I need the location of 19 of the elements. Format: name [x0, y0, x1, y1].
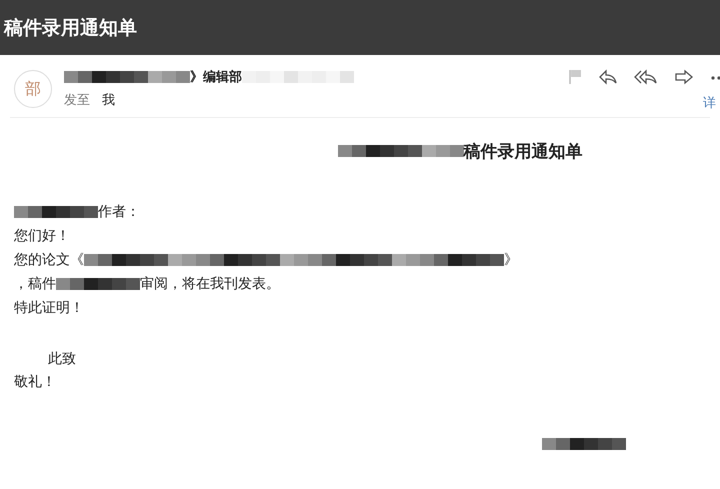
recipient: 我 [102, 92, 115, 109]
text: 此致 [48, 350, 76, 368]
window-title: 稿件录用通知单 [4, 16, 137, 40]
reply-icon[interactable] [598, 69, 618, 85]
details-link[interactable]: 详 [703, 94, 716, 112]
text: 您们好！ [14, 227, 70, 245]
text: 作者： [98, 203, 140, 221]
reply-all-icon[interactable] [634, 69, 658, 85]
text: 敬礼！ [14, 373, 56, 391]
avatar: 部 [14, 70, 52, 108]
text: 特此证明！ [14, 299, 84, 317]
text: 您的论文《 [14, 251, 84, 269]
text: 稿件录用通知单 [464, 140, 582, 162]
text: 》编辑部 [190, 68, 242, 86]
to-label: 发至 [64, 92, 90, 109]
text: 》 [504, 251, 518, 269]
text: 审阅，将在我刊发表。 [140, 275, 280, 293]
text: ，稿件 [14, 275, 56, 293]
forward-icon[interactable] [674, 69, 694, 85]
